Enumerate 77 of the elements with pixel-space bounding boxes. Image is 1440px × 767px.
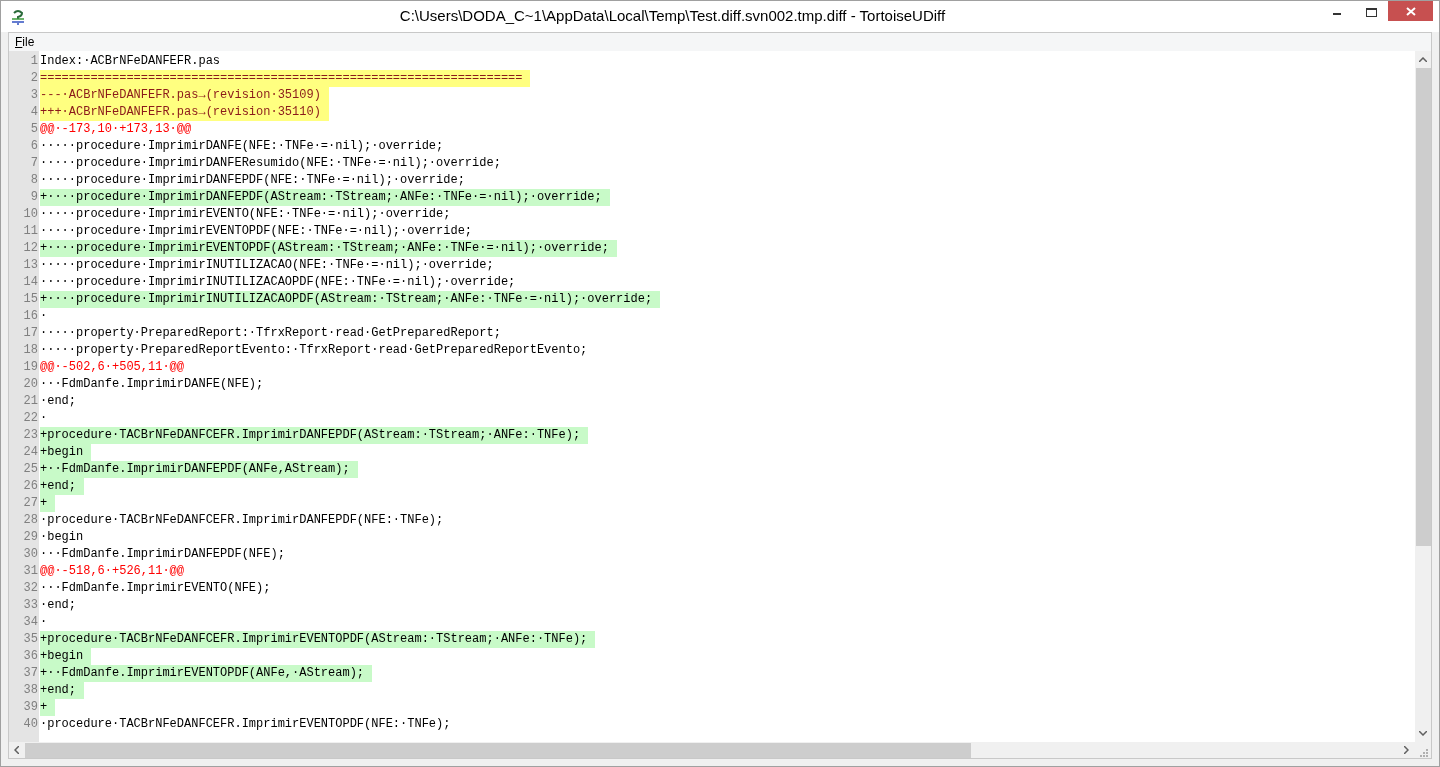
line-number: 33 bbox=[22, 597, 39, 614]
scroll-left-icon bbox=[14, 746, 19, 754]
code-line: · bbox=[40, 308, 49, 325]
line-number: 28 bbox=[22, 512, 39, 529]
code-line: · bbox=[40, 410, 49, 427]
line-number: 24 bbox=[22, 444, 39, 461]
code-line: ·····procedure·ImprimirINUTILIZACAO(NFE:·TNFe·=·nil);·override; bbox=[40, 257, 495, 274]
code-line: · bbox=[40, 614, 49, 631]
code-line: ·begin bbox=[40, 529, 85, 546]
line-number: 35 bbox=[22, 631, 39, 648]
line-number: 7 bbox=[29, 155, 39, 172]
line-number: 4 bbox=[29, 104, 39, 121]
line-number: 31 bbox=[22, 563, 39, 580]
line-number: 20 bbox=[22, 376, 39, 393]
line-number: 16 bbox=[22, 308, 39, 325]
line-number: 12 bbox=[22, 240, 39, 257]
code-line: ·····procedure·ImprimirEVENTOPDF(NFE:·TNFe·=·nil);·override; bbox=[40, 223, 474, 240]
code-line: ·····procedure·ImprimirEVENTO(NFE:·TNFe·=·nil);·override; bbox=[40, 206, 452, 223]
scrollbar-thumb[interactable] bbox=[1415, 68, 1431, 546]
line-number: 22 bbox=[22, 410, 39, 427]
line-number: 1 bbox=[29, 53, 39, 70]
code-line: ·····procedure·ImprimirINUTILIZACAOPDF(NFE:·TNFe·=·nil);·override; bbox=[40, 274, 517, 291]
resize-grip-icon bbox=[1420, 749, 1428, 757]
code-line: ·····property·PreparedReport:·TfrxReport·read·GetPreparedReport; bbox=[40, 325, 502, 342]
line-number: 9 bbox=[29, 189, 39, 206]
app-icon bbox=[11, 8, 25, 25]
scroll-down-icon bbox=[1419, 731, 1427, 736]
line-number: 39 bbox=[22, 699, 39, 716]
line-number: 34 bbox=[22, 614, 39, 631]
line-number: 29 bbox=[22, 529, 39, 546]
maximize-icon bbox=[1365, 7, 1377, 17]
code-line: ·procedure·TACBrNFeDANFCEFR.ImprimirDANFEPDF(NFE:·TNFe); bbox=[40, 512, 445, 529]
line-number: 23 bbox=[22, 427, 39, 444]
code-line: ···FdmDanfe.ImprimirDANFEPDF(NFE); bbox=[40, 546, 286, 563]
line-number: 26 bbox=[22, 478, 39, 495]
line-number: 25 bbox=[22, 461, 39, 478]
line-number: 37 bbox=[22, 665, 39, 682]
line-number: 3 bbox=[29, 87, 39, 104]
scrollbar-thumb[interactable] bbox=[25, 742, 971, 758]
code-line: ·end; bbox=[40, 393, 77, 410]
line-number: 5 bbox=[29, 121, 39, 138]
line-number: 27 bbox=[22, 495, 39, 512]
line-number: 40 bbox=[22, 716, 39, 733]
code-line: ·procedure·TACBrNFeDANFCEFR.ImprimirEVENTOPDF(NFE:·TNFe); bbox=[40, 716, 452, 733]
code-line: ·····procedure·ImprimirDANFE(NFE:·TNFe·=·nil);·override; bbox=[40, 138, 445, 155]
line-number: 15 bbox=[22, 291, 39, 308]
close-icon bbox=[1405, 6, 1416, 16]
line-number: 6 bbox=[29, 138, 39, 155]
code-line: ·····property·PreparedReportEvento:·TfrxReport·read·GetPreparedReportEvento; bbox=[40, 342, 589, 359]
code-line: ·····procedure·ImprimirDANFEResumido(NFE:·TNFe·=·nil);·override; bbox=[40, 155, 502, 172]
line-number: 19 bbox=[22, 359, 39, 376]
code-line: @@·-173,10·+173,13·@@ bbox=[40, 121, 193, 138]
code-line: ·····procedure·ImprimirDANFEPDF(NFE:·TNFe·=·nil);·override; bbox=[40, 172, 466, 189]
code-line: Index:·ACBrNFeDANFEFR.pas bbox=[40, 53, 222, 70]
line-number: 14 bbox=[22, 274, 39, 291]
line-number: 38 bbox=[22, 682, 39, 699]
menu-item[interactable]: File bbox=[9, 33, 41, 51]
code-line: ···FdmDanfe.ImprimirDANFE(NFE); bbox=[40, 376, 265, 393]
line-number: 13 bbox=[22, 257, 39, 274]
line-number: 18 bbox=[22, 342, 39, 359]
line-number: 36 bbox=[22, 648, 39, 665]
close-button[interactable] bbox=[1388, 1, 1433, 21]
line-number: 30 bbox=[22, 546, 39, 563]
line-number: 8 bbox=[29, 172, 39, 189]
line-number: 32 bbox=[22, 580, 39, 597]
scroll-up-icon bbox=[1419, 57, 1427, 62]
code-line: @@·-518,6·+526,11·@@ bbox=[40, 563, 186, 580]
code-line: @@·-502,6·+505,11·@@ bbox=[40, 359, 186, 376]
line-number: 21 bbox=[22, 393, 39, 410]
line-number: 11 bbox=[22, 223, 39, 240]
scroll-right-icon bbox=[1404, 746, 1409, 754]
code-line: ·end; bbox=[40, 597, 77, 614]
line-number: 17 bbox=[22, 325, 39, 342]
window-title: C:\Users\DODA_C~1\AppData\Local\Temp\Test.diff.svn002.tmp.diff - TortoiseUDiff bbox=[398, 6, 947, 27]
line-number: 2 bbox=[29, 70, 39, 87]
code-line: ···FdmDanfe.ImprimirEVENTO(NFE); bbox=[40, 580, 272, 597]
line-number: 10 bbox=[22, 206, 39, 223]
